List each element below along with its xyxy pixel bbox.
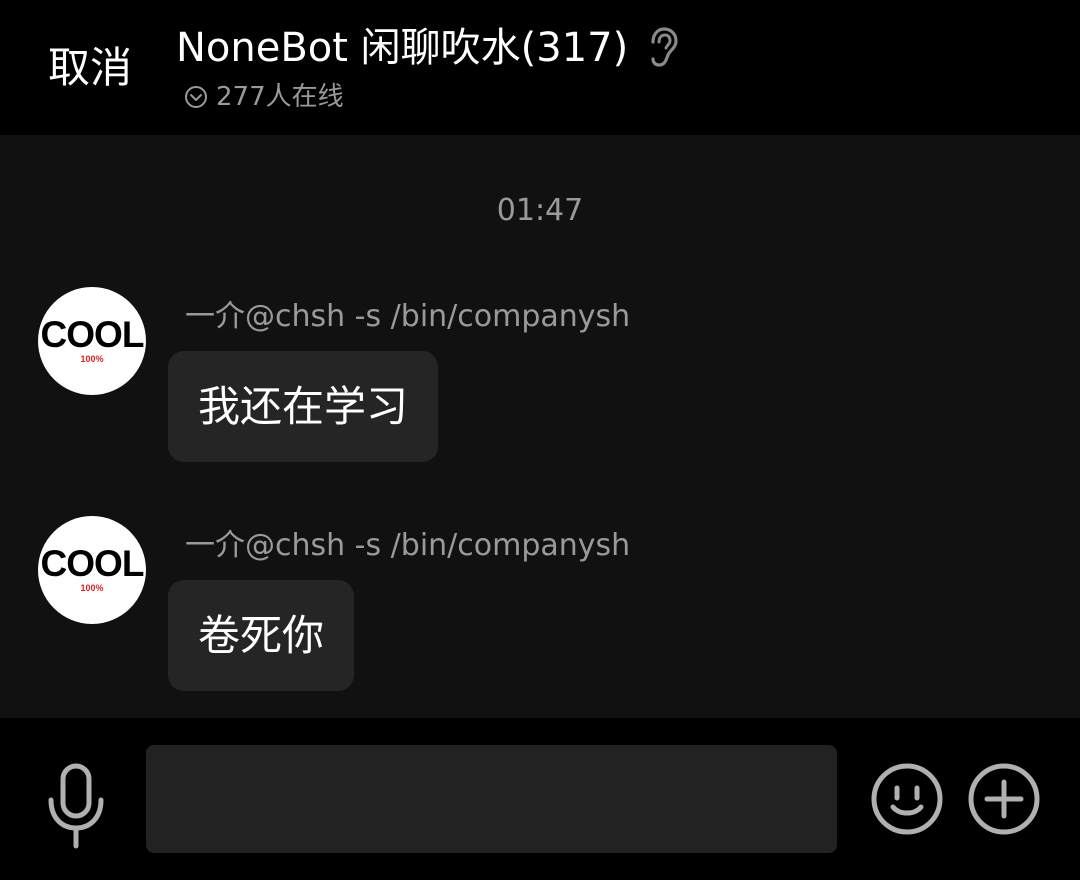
ear-icon[interactable] [646, 27, 680, 69]
input-bar [0, 718, 1080, 880]
avatar[interactable]: COOL 100% [38, 516, 146, 624]
group-title[interactable]: NoneBot 闲聊吹水(317) [176, 22, 628, 74]
cancel-button[interactable]: 取消 [48, 40, 132, 96]
title-row: NoneBot 闲聊吹水(317) [176, 22, 680, 74]
microphone-icon[interactable] [44, 760, 108, 856]
message-list[interactable]: 01:47 COOL 100% 一介@chsh -s /bin/companys… [0, 135, 1080, 718]
online-status: 277人在线 [184, 80, 344, 114]
message-bubble[interactable]: 卷死你 [168, 580, 355, 691]
chat-screen: 取消 NoneBot 闲聊吹水(317) 277人在线 01:47 COOL 1… [0, 0, 1080, 880]
message-input[interactable] [146, 745, 837, 853]
sender-name[interactable]: 一介@chsh -s /bin/companysh [185, 291, 630, 335]
online-count: 277人在线 [216, 82, 344, 112]
message-timestamp: 01:47 [496, 193, 584, 228]
emoji-icon[interactable] [870, 762, 944, 836]
message-item: COOL 100% 一介@chsh -s /bin/companysh 我还在学… [0, 287, 1080, 467]
avatar-logo-text: COOL [40, 543, 145, 584]
avatar-logo-subtext: 100% [80, 583, 104, 593]
avatar-logo-text: COOL [40, 314, 145, 355]
avatar-logo-subtext: 100% [80, 354, 104, 364]
chevron-down-circle-icon [184, 85, 208, 109]
avatar[interactable]: COOL 100% [38, 287, 146, 395]
plus-icon[interactable] [967, 762, 1041, 836]
message-item: COOL 100% 一介@chsh -s /bin/companysh 卷死你 [0, 516, 1080, 696]
message-bubble[interactable]: 我还在学习 [168, 351, 439, 462]
sender-name[interactable]: 一介@chsh -s /bin/companysh [185, 520, 630, 564]
chat-header: 取消 NoneBot 闲聊吹水(317) 277人在线 [0, 0, 1080, 135]
